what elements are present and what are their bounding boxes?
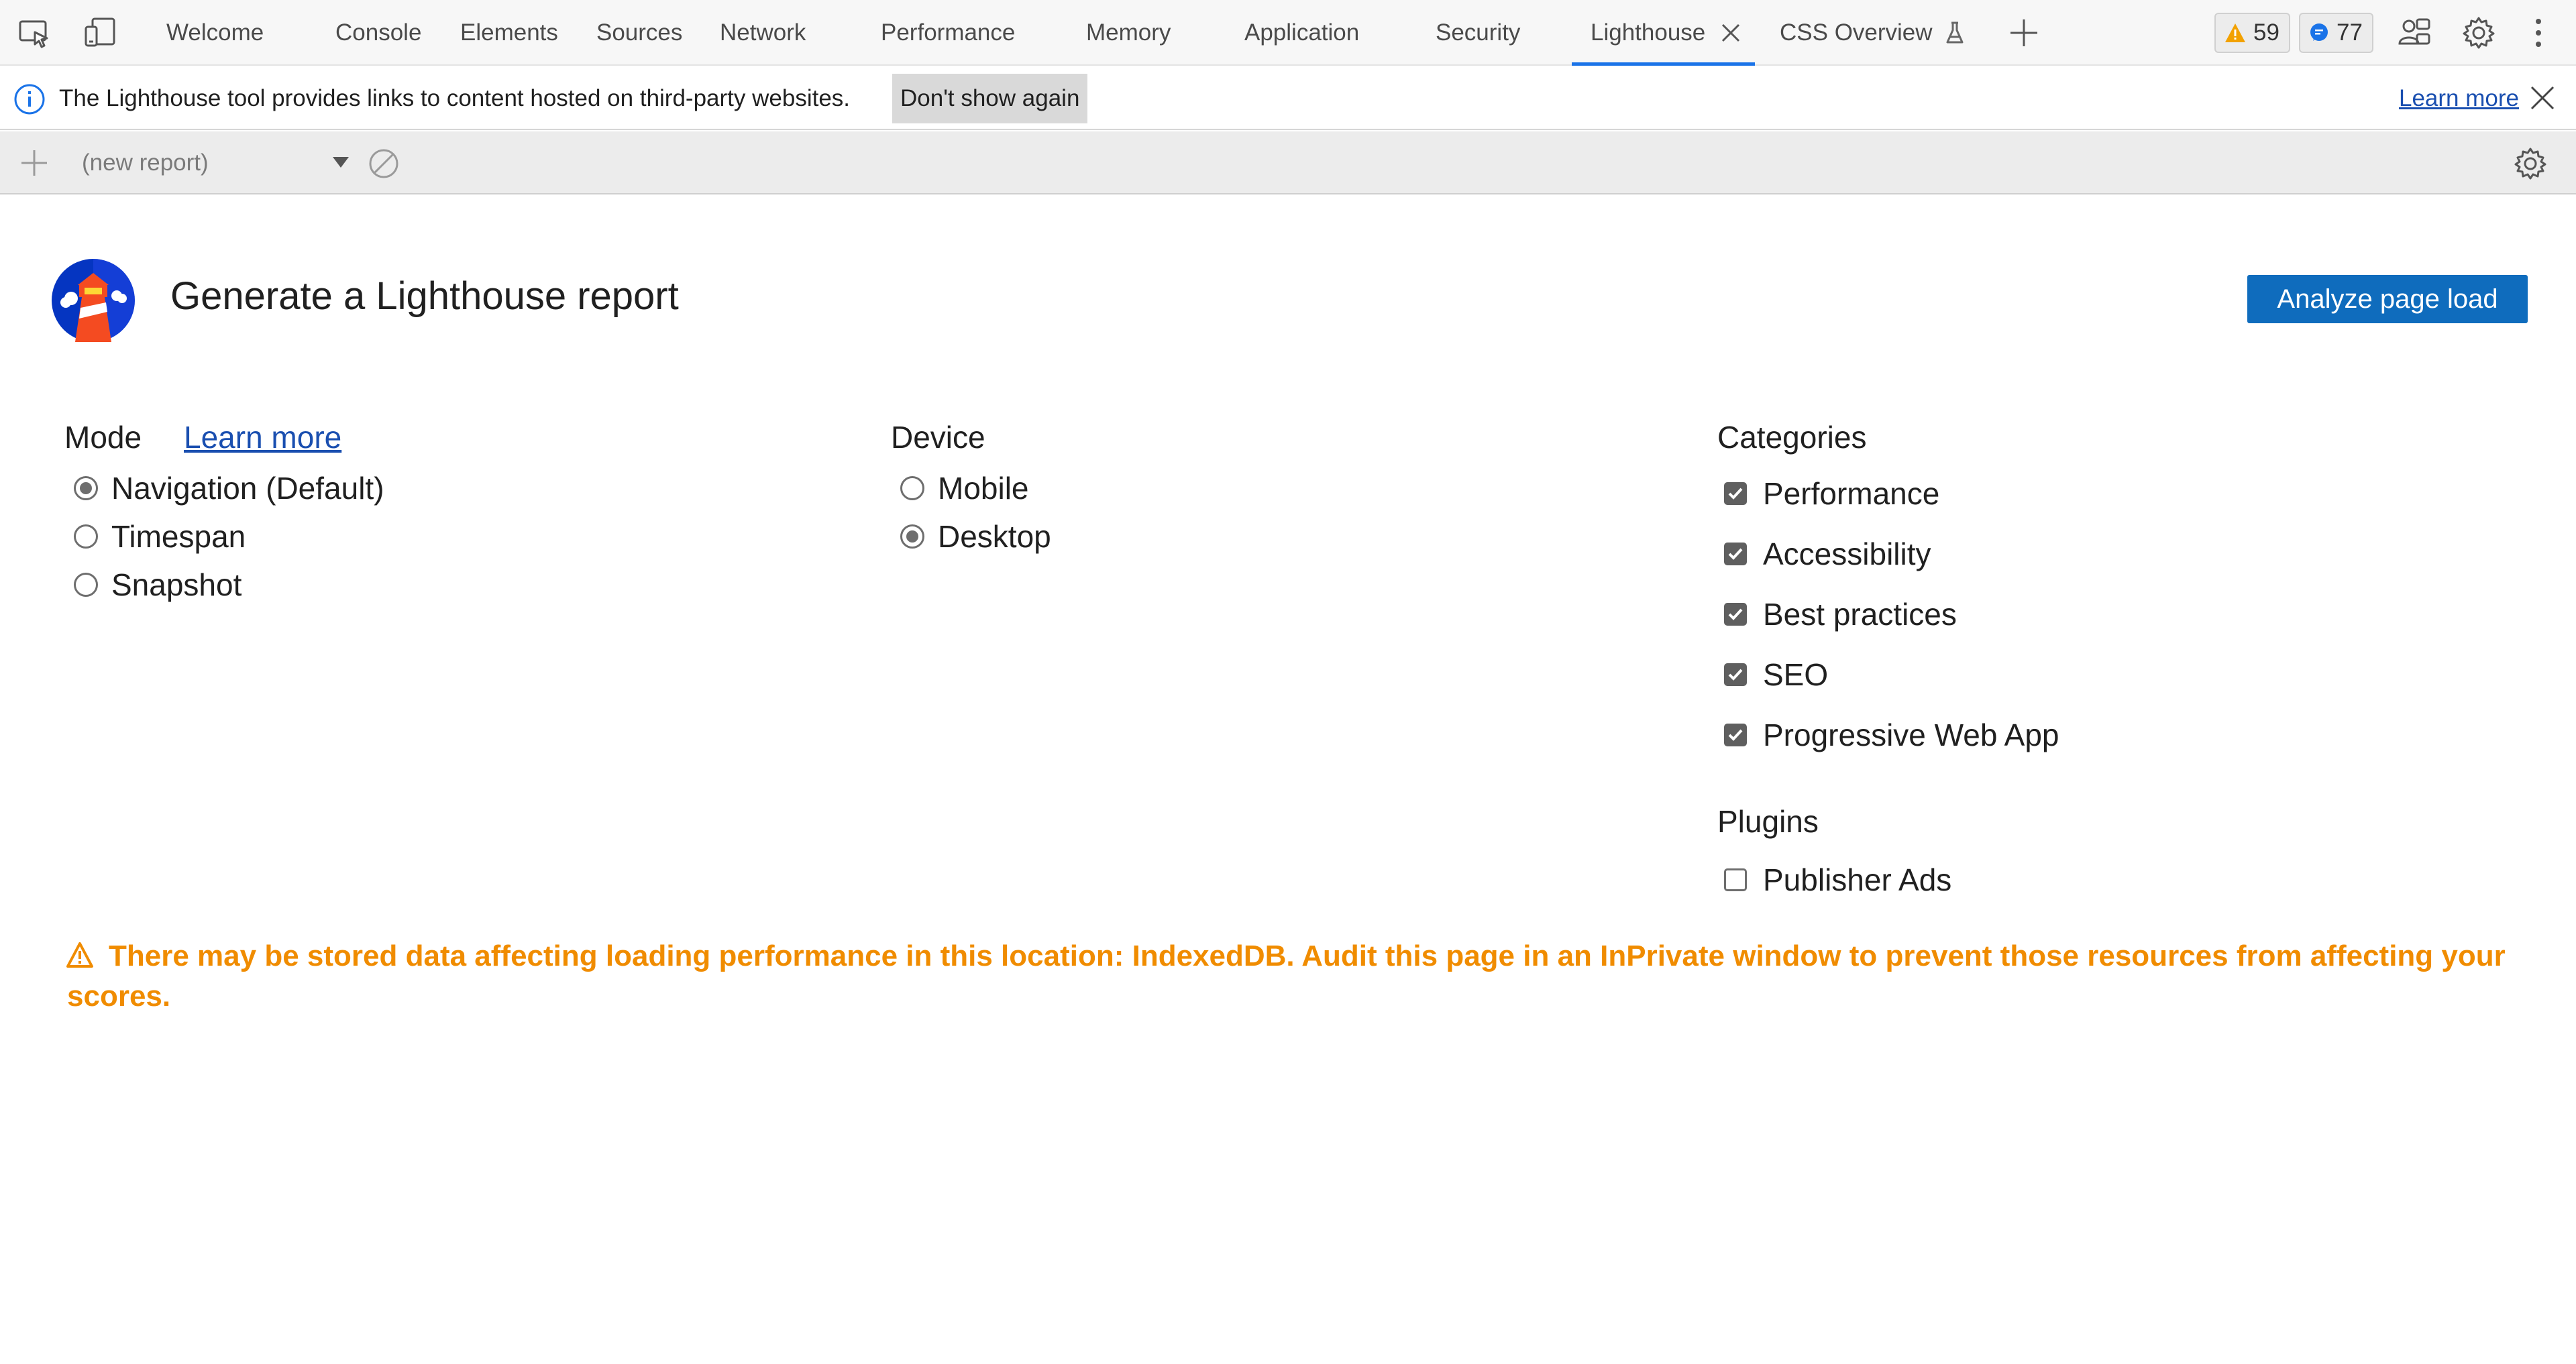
experiment-flask-icon <box>1945 21 1965 45</box>
checkbox-performance[interactable] <box>1724 482 1747 505</box>
plugin-publisher-ads[interactable]: Publisher Ads <box>1724 860 1951 900</box>
report-select[interactable]: (new report) <box>82 131 209 194</box>
infobar-learn-more-link[interactable]: Learn more <box>2399 67 2519 130</box>
lighthouse-logo <box>51 258 136 343</box>
checkbox-seo[interactable] <box>1724 663 1747 686</box>
checkbox-pwa[interactable] <box>1724 724 1747 746</box>
tab-application[interactable]: Application <box>1244 0 1359 66</box>
device-option-label: Mobile <box>938 471 1029 506</box>
category-label: Accessibility <box>1763 536 1931 571</box>
tab-lighthouse[interactable]: Lighthouse <box>1572 0 1756 66</box>
messages-badge[interactable]: 77 <box>2299 13 2373 53</box>
radio-desktop[interactable] <box>900 524 924 549</box>
tab-sources[interactable]: Sources <box>596 0 682 66</box>
mode-option-label: Timespan <box>111 519 246 554</box>
inspect-element-icon[interactable] <box>16 15 52 51</box>
infobar-message: The Lighthouse tool provides links to co… <box>59 85 851 111</box>
tab-lighthouse-label: Lighthouse <box>1591 19 1706 46</box>
mode-option-label: Navigation (Default) <box>111 471 384 506</box>
third-party-infobar: The Lighthouse tool provides links to co… <box>0 67 2576 130</box>
device-option-mobile[interactable]: Mobile <box>900 468 1029 508</box>
mode-option-navigation[interactable]: Navigation (Default) <box>74 468 384 508</box>
settings-icon[interactable] <box>2461 15 2497 51</box>
warning-text: There may be stored data affecting loadi… <box>67 940 2506 1013</box>
tab-css-overview[interactable]: CSS Overview <box>1780 0 1965 66</box>
close-icon[interactable] <box>2529 84 2556 115</box>
device-emulation-icon[interactable] <box>82 15 118 51</box>
stored-data-warning: There may be stored data affecting loadi… <box>66 937 2509 1015</box>
warnings-badge[interactable]: 59 <box>2214 13 2290 53</box>
category-best-practices[interactable]: Best practices <box>1724 594 1957 634</box>
radio-mobile[interactable] <box>900 476 924 500</box>
lighthouse-settings-icon[interactable] <box>2513 146 2548 184</box>
analyze-page-load-button[interactable]: Analyze page load <box>2247 275 2528 323</box>
tab-performance[interactable]: Performance <box>881 0 1015 66</box>
category-pwa[interactable]: Progressive Web App <box>1724 715 2059 755</box>
radio-navigation[interactable] <box>74 476 98 500</box>
category-label: Best practices <box>1763 597 1957 632</box>
new-report-plus-icon[interactable] <box>20 149 48 180</box>
checkbox-best-practices[interactable] <box>1724 603 1747 626</box>
plugins-heading: Plugins <box>1717 804 1819 839</box>
clear-report-icon[interactable] <box>368 148 400 183</box>
mode-option-timespan[interactable]: Timespan <box>74 516 246 557</box>
info-icon <box>13 83 46 119</box>
device-option-desktop[interactable]: Desktop <box>900 516 1051 557</box>
warning-icon <box>2225 23 2245 42</box>
category-label: Progressive Web App <box>1763 718 2059 752</box>
messages-count: 77 <box>2337 19 2363 46</box>
mode-option-label: Snapshot <box>111 567 242 602</box>
close-icon[interactable] <box>1719 21 1743 45</box>
add-tab-icon[interactable] <box>2006 15 2042 51</box>
device-heading: Device <box>891 420 985 455</box>
device-option-label: Desktop <box>938 519 1051 554</box>
message-icon <box>2310 23 2328 41</box>
radio-timespan[interactable] <box>74 524 98 549</box>
warnings-count: 59 <box>2253 19 2279 46</box>
tab-network[interactable]: Network <box>720 0 806 66</box>
category-label: Performance <box>1763 476 1940 511</box>
tab-console[interactable]: Console <box>335 0 421 66</box>
tab-css-overview-label: CSS Overview <box>1780 19 1933 46</box>
mode-learn-more-link[interactable]: Learn more <box>184 419 341 455</box>
tab-welcome[interactable]: Welcome <box>166 0 264 66</box>
page-title: Generate a Lighthouse report <box>170 274 679 318</box>
more-options-icon[interactable] <box>2520 15 2557 51</box>
chevron-down-icon[interactable] <box>331 156 350 172</box>
feedback-icon[interactable] <box>2396 15 2432 51</box>
checkbox-accessibility[interactable] <box>1724 543 1747 565</box>
category-performance[interactable]: Performance <box>1724 473 1939 514</box>
mode-option-snapshot[interactable]: Snapshot <box>74 565 241 605</box>
tab-memory[interactable]: Memory <box>1086 0 1171 66</box>
category-accessibility[interactable]: Accessibility <box>1724 534 1931 574</box>
dont-show-again-button[interactable]: Don't show again <box>892 74 1088 123</box>
tab-elements[interactable]: Elements <box>460 0 558 66</box>
report-toolbar: (new report) <box>0 131 2576 194</box>
radio-snapshot[interactable] <box>74 573 98 597</box>
mode-heading: Mode <box>64 420 142 455</box>
devtools-tab-toolbar: Welcome Console Elements Sources Network… <box>0 0 2576 66</box>
category-seo[interactable]: SEO <box>1724 655 1828 695</box>
checkbox-publisher-ads[interactable] <box>1724 868 1747 891</box>
tab-security[interactable]: Security <box>1436 0 1520 66</box>
warning-icon <box>66 940 95 978</box>
category-label: SEO <box>1763 657 1829 692</box>
categories-heading: Categories <box>1717 420 1867 455</box>
plugin-label: Publisher Ads <box>1763 862 1952 897</box>
